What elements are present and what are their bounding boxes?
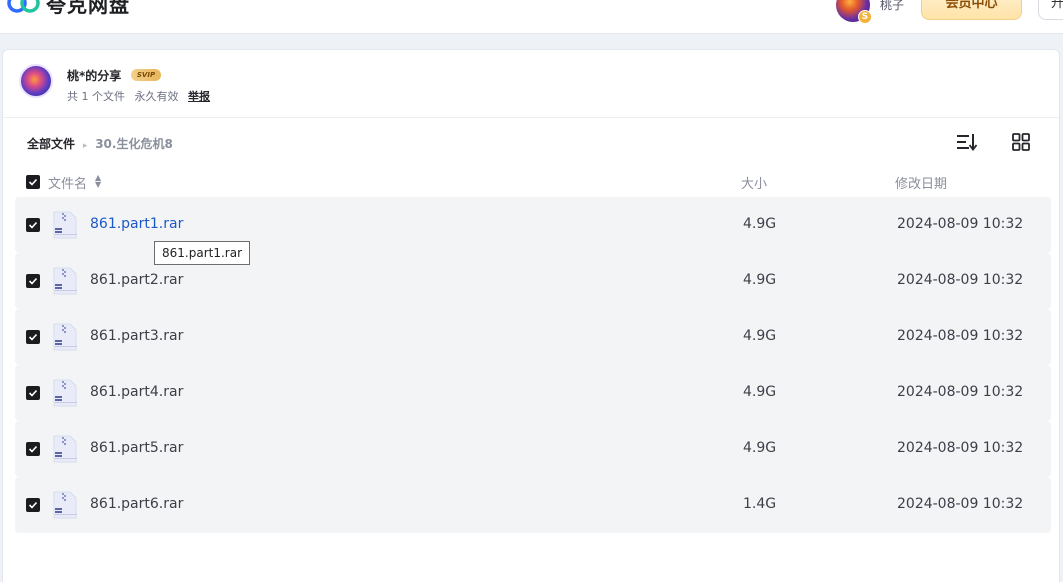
filename-tooltip: 861.part1.rar	[154, 241, 250, 265]
column-name[interactable]: 文件名	[48, 173, 87, 192]
table-row[interactable]: 861.part5.rar 4.9G 2024-08-09 10:32	[15, 421, 1051, 477]
file-date: 2024-08-09 10:32	[897, 216, 1024, 232]
row-checkbox[interactable]	[26, 498, 40, 512]
top-bar: 夸克网盘 S 桃子 会员中心 升	[0, 0, 1063, 34]
sort-icon[interactable]	[955, 132, 977, 152]
select-all-checkbox[interactable]	[26, 175, 40, 189]
breadcrumb-root[interactable]: 全部文件	[27, 137, 75, 151]
app-logo[interactable]: 夸克网盘	[6, 0, 130, 18]
file-size: 4.9G	[743, 216, 777, 232]
share-header: 桃*的分享 SVIP 共 1 个文件 永久有效 举报	[19, 64, 1019, 104]
user-avatar[interactable]: S	[836, 0, 872, 24]
table-row[interactable]: 861.part4.rar 4.9G 2024-08-09 10:32	[15, 365, 1051, 421]
file-name[interactable]: 861.part3.rar	[90, 328, 183, 344]
row-checkbox[interactable]	[26, 330, 40, 344]
svip-s-badge: S	[858, 10, 872, 24]
check-icon	[28, 178, 38, 186]
report-link[interactable]: 举报	[188, 90, 210, 103]
file-name[interactable]: 861.part1.rar	[90, 216, 183, 232]
file-date: 2024-08-09 10:32	[897, 496, 1024, 512]
table-row[interactable]: 861.part6.rar 1.4G 2024-08-09 10:32	[15, 477, 1051, 533]
username[interactable]: 桃子	[880, 0, 904, 13]
file-count: 共 1 个文件	[67, 90, 125, 103]
sharer-avatar	[19, 64, 53, 98]
vip-center-button[interactable]: 会员中心	[921, 0, 1022, 20]
upgrade-button[interactable]: 升	[1038, 0, 1063, 20]
grid-view-icon[interactable]	[1011, 132, 1031, 152]
table-header: 文件名 ▲ ▼ 大小 修改日期	[3, 172, 1059, 192]
file-name[interactable]: 861.part6.rar	[90, 496, 183, 512]
row-checkbox[interactable]	[26, 218, 40, 232]
file-date: 2024-08-09 10:32	[897, 272, 1024, 288]
check-icon	[28, 501, 38, 509]
file-size: 4.9G	[743, 440, 777, 456]
share-meta: 共 1 个文件 永久有效 举报	[67, 88, 216, 104]
row-checkbox[interactable]	[26, 274, 40, 288]
check-icon	[28, 333, 38, 341]
column-size[interactable]: 大小	[741, 173, 767, 192]
archive-file-icon	[53, 379, 77, 407]
file-date: 2024-08-09 10:32	[897, 328, 1024, 344]
archive-file-icon	[53, 267, 77, 295]
check-icon	[28, 445, 38, 453]
file-name[interactable]: 861.part2.rar	[90, 272, 183, 288]
check-icon	[28, 277, 38, 285]
archive-file-icon	[53, 211, 77, 239]
validity: 永久有效	[134, 90, 179, 103]
row-checkbox[interactable]	[26, 442, 40, 456]
app-name: 夸克网盘	[46, 0, 130, 17]
breadcrumb: 全部文件 ▸ 30.生化危机8	[27, 135, 173, 152]
share-card: 桃*的分享 SVIP 共 1 个文件 永久有效 举报 全部文件 ▸ 30.生化危…	[2, 49, 1060, 582]
breadcrumb-separator-icon: ▸	[82, 141, 88, 151]
file-date: 2024-08-09 10:32	[897, 384, 1024, 400]
file-date: 2024-08-09 10:32	[897, 440, 1024, 456]
file-size: 4.9G	[743, 384, 777, 400]
check-icon	[28, 221, 38, 229]
archive-file-icon	[53, 491, 77, 519]
sort-arrows-icon[interactable]: ▲ ▼	[95, 174, 101, 189]
archive-file-icon	[53, 435, 77, 463]
share-title: 桃*的分享	[67, 69, 122, 83]
file-name[interactable]: 861.part4.rar	[90, 384, 183, 400]
check-icon	[28, 389, 38, 397]
quark-logo-icon	[7, 0, 40, 13]
column-date[interactable]: 修改日期	[895, 173, 947, 192]
breadcrumb-current: 30.生化危机8	[95, 137, 173, 151]
svip-badge: SVIP	[131, 69, 161, 81]
row-checkbox[interactable]	[26, 386, 40, 400]
file-size: 4.9G	[743, 328, 777, 344]
file-size: 4.9G	[743, 272, 777, 288]
divider	[3, 117, 1059, 118]
file-name[interactable]: 861.part5.rar	[90, 440, 183, 456]
file-size: 1.4G	[743, 496, 777, 512]
archive-file-icon	[53, 323, 77, 351]
table-row[interactable]: 861.part3.rar 4.9G 2024-08-09 10:32	[15, 309, 1051, 365]
